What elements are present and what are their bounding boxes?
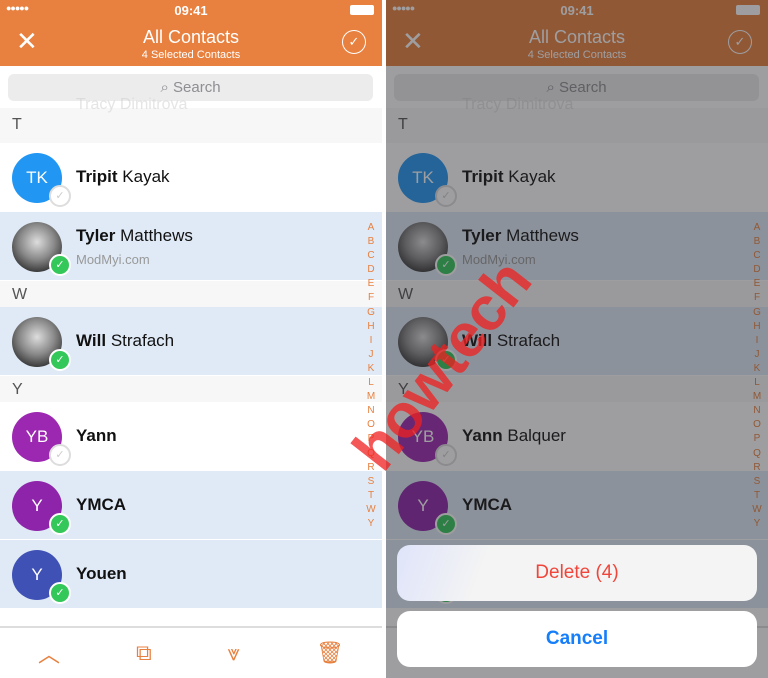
contact-last-name: Kayak xyxy=(122,167,170,186)
section-header: W xyxy=(0,281,382,307)
checked-icon[interactable]: ✓ xyxy=(49,349,71,371)
index-letter[interactable]: T xyxy=(364,489,378,503)
delete-button[interactable]: Delete (4) xyxy=(397,545,757,601)
search-input[interactable]: ⌕ Search xyxy=(8,74,373,101)
contacts-screen-selecting: ●●●●● 09:41 ✕ All Contacts 4 Selected Contac… xyxy=(0,0,382,678)
contact-row[interactable]: ✓ Tyler Matthews ModMyi.com xyxy=(0,212,382,281)
index-letter[interactable]: K xyxy=(364,362,378,376)
contact-name: Yann xyxy=(76,426,117,446)
contact-name: YMCA xyxy=(76,495,126,515)
checked-icon[interactable]: ✓ xyxy=(49,254,71,276)
contact-first-name: Tyler xyxy=(76,226,116,245)
index-letter[interactable]: F xyxy=(364,291,378,305)
contact-row[interactable]: TK ✓ Tripit Kayak xyxy=(0,143,382,212)
index-letter[interactable]: C xyxy=(364,249,378,263)
search-icon: ⌕ xyxy=(160,79,174,96)
ghost-contact-name: Tracy Dimitrova xyxy=(76,96,188,113)
search-area: ⌕ Search xyxy=(0,66,382,108)
merge-icon[interactable]: ⩔ xyxy=(228,640,240,666)
contact-row[interactable]: ✓ Will Strafach xyxy=(0,307,382,376)
trash-icon[interactable]: 🗑 xyxy=(316,640,344,666)
contact-first-name: Youen xyxy=(76,564,127,583)
contact-first-name: Tripit xyxy=(76,167,118,186)
contact-name: Tripit Kayak xyxy=(76,167,170,187)
checked-icon[interactable]: ✓ xyxy=(49,513,71,535)
nav-subtitle: 4 Selected Contacts xyxy=(141,49,241,61)
checked-icon[interactable]: ✓ xyxy=(49,582,71,604)
index-letter[interactable]: A xyxy=(364,221,378,235)
nav-title: All Contacts xyxy=(142,27,240,47)
index-letter[interactable]: B xyxy=(364,235,378,249)
check-circle-icon[interactable]: ✓ xyxy=(342,30,366,54)
contact-last-name: Strafach xyxy=(110,331,175,350)
contact-first-name: Yann xyxy=(76,426,117,445)
section-header: T xyxy=(0,108,382,143)
cancel-button[interactable]: Cancel xyxy=(397,611,757,667)
unchecked-icon[interactable]: ✓ xyxy=(49,444,71,466)
copy-icon[interactable]: ⧉ xyxy=(136,640,152,666)
contact-subtitle: ModMyi.com xyxy=(76,252,150,267)
nav-bar: ✕ All Contacts 4 Selected Contacts ✓ xyxy=(0,20,382,66)
section-index[interactable]: ABCDEFGHIJKLMNOPQRSTWY xyxy=(364,221,378,531)
contact-first-name: YMCA xyxy=(76,495,127,514)
index-letter[interactable]: S xyxy=(364,475,378,489)
battery-icon xyxy=(350,5,374,15)
index-letter[interactable]: W xyxy=(364,503,378,517)
status-time: 09:41 xyxy=(174,3,208,18)
unchecked-icon[interactable]: ✓ xyxy=(49,185,71,207)
contact-first-name: Will xyxy=(76,331,107,350)
status-bar: ●●●●● 09:41 xyxy=(0,0,382,20)
index-letter[interactable]: E xyxy=(364,277,378,291)
contact-last-name: Matthews xyxy=(120,226,193,245)
search-placeholder: Search xyxy=(173,79,221,96)
contact-row[interactable]: Y✓Youen xyxy=(0,540,382,609)
index-letter[interactable]: Y xyxy=(364,517,378,531)
index-letter[interactable]: H xyxy=(364,320,378,334)
index-letter[interactable]: I xyxy=(364,334,378,348)
contact-name: Youen xyxy=(76,564,127,584)
contact-list[interactable]: T TK ✓ Tripit Kayak ✓ Tyler Matthews ModMyi.co… xyxy=(0,108,382,609)
contact-name: Tyler Matthews xyxy=(76,226,193,246)
contact-name: Will Strafach xyxy=(76,331,174,351)
index-letter[interactable]: D xyxy=(364,263,378,277)
index-letter[interactable]: L xyxy=(364,376,378,390)
index-letter[interactable]: G xyxy=(364,306,378,320)
contact-row[interactable]: YB ✓ Yann xyxy=(0,402,382,471)
close-icon[interactable]: ✕ xyxy=(16,28,38,54)
chevron-up-icon[interactable]: ︿ xyxy=(38,637,60,669)
section-header: Y xyxy=(0,376,382,402)
contact-row[interactable]: Y ✓ YMCA xyxy=(0,471,382,540)
index-letter[interactable]: J xyxy=(364,348,378,362)
toolbar: ︿ ⧉ ⩔ 🗑 xyxy=(0,626,382,678)
